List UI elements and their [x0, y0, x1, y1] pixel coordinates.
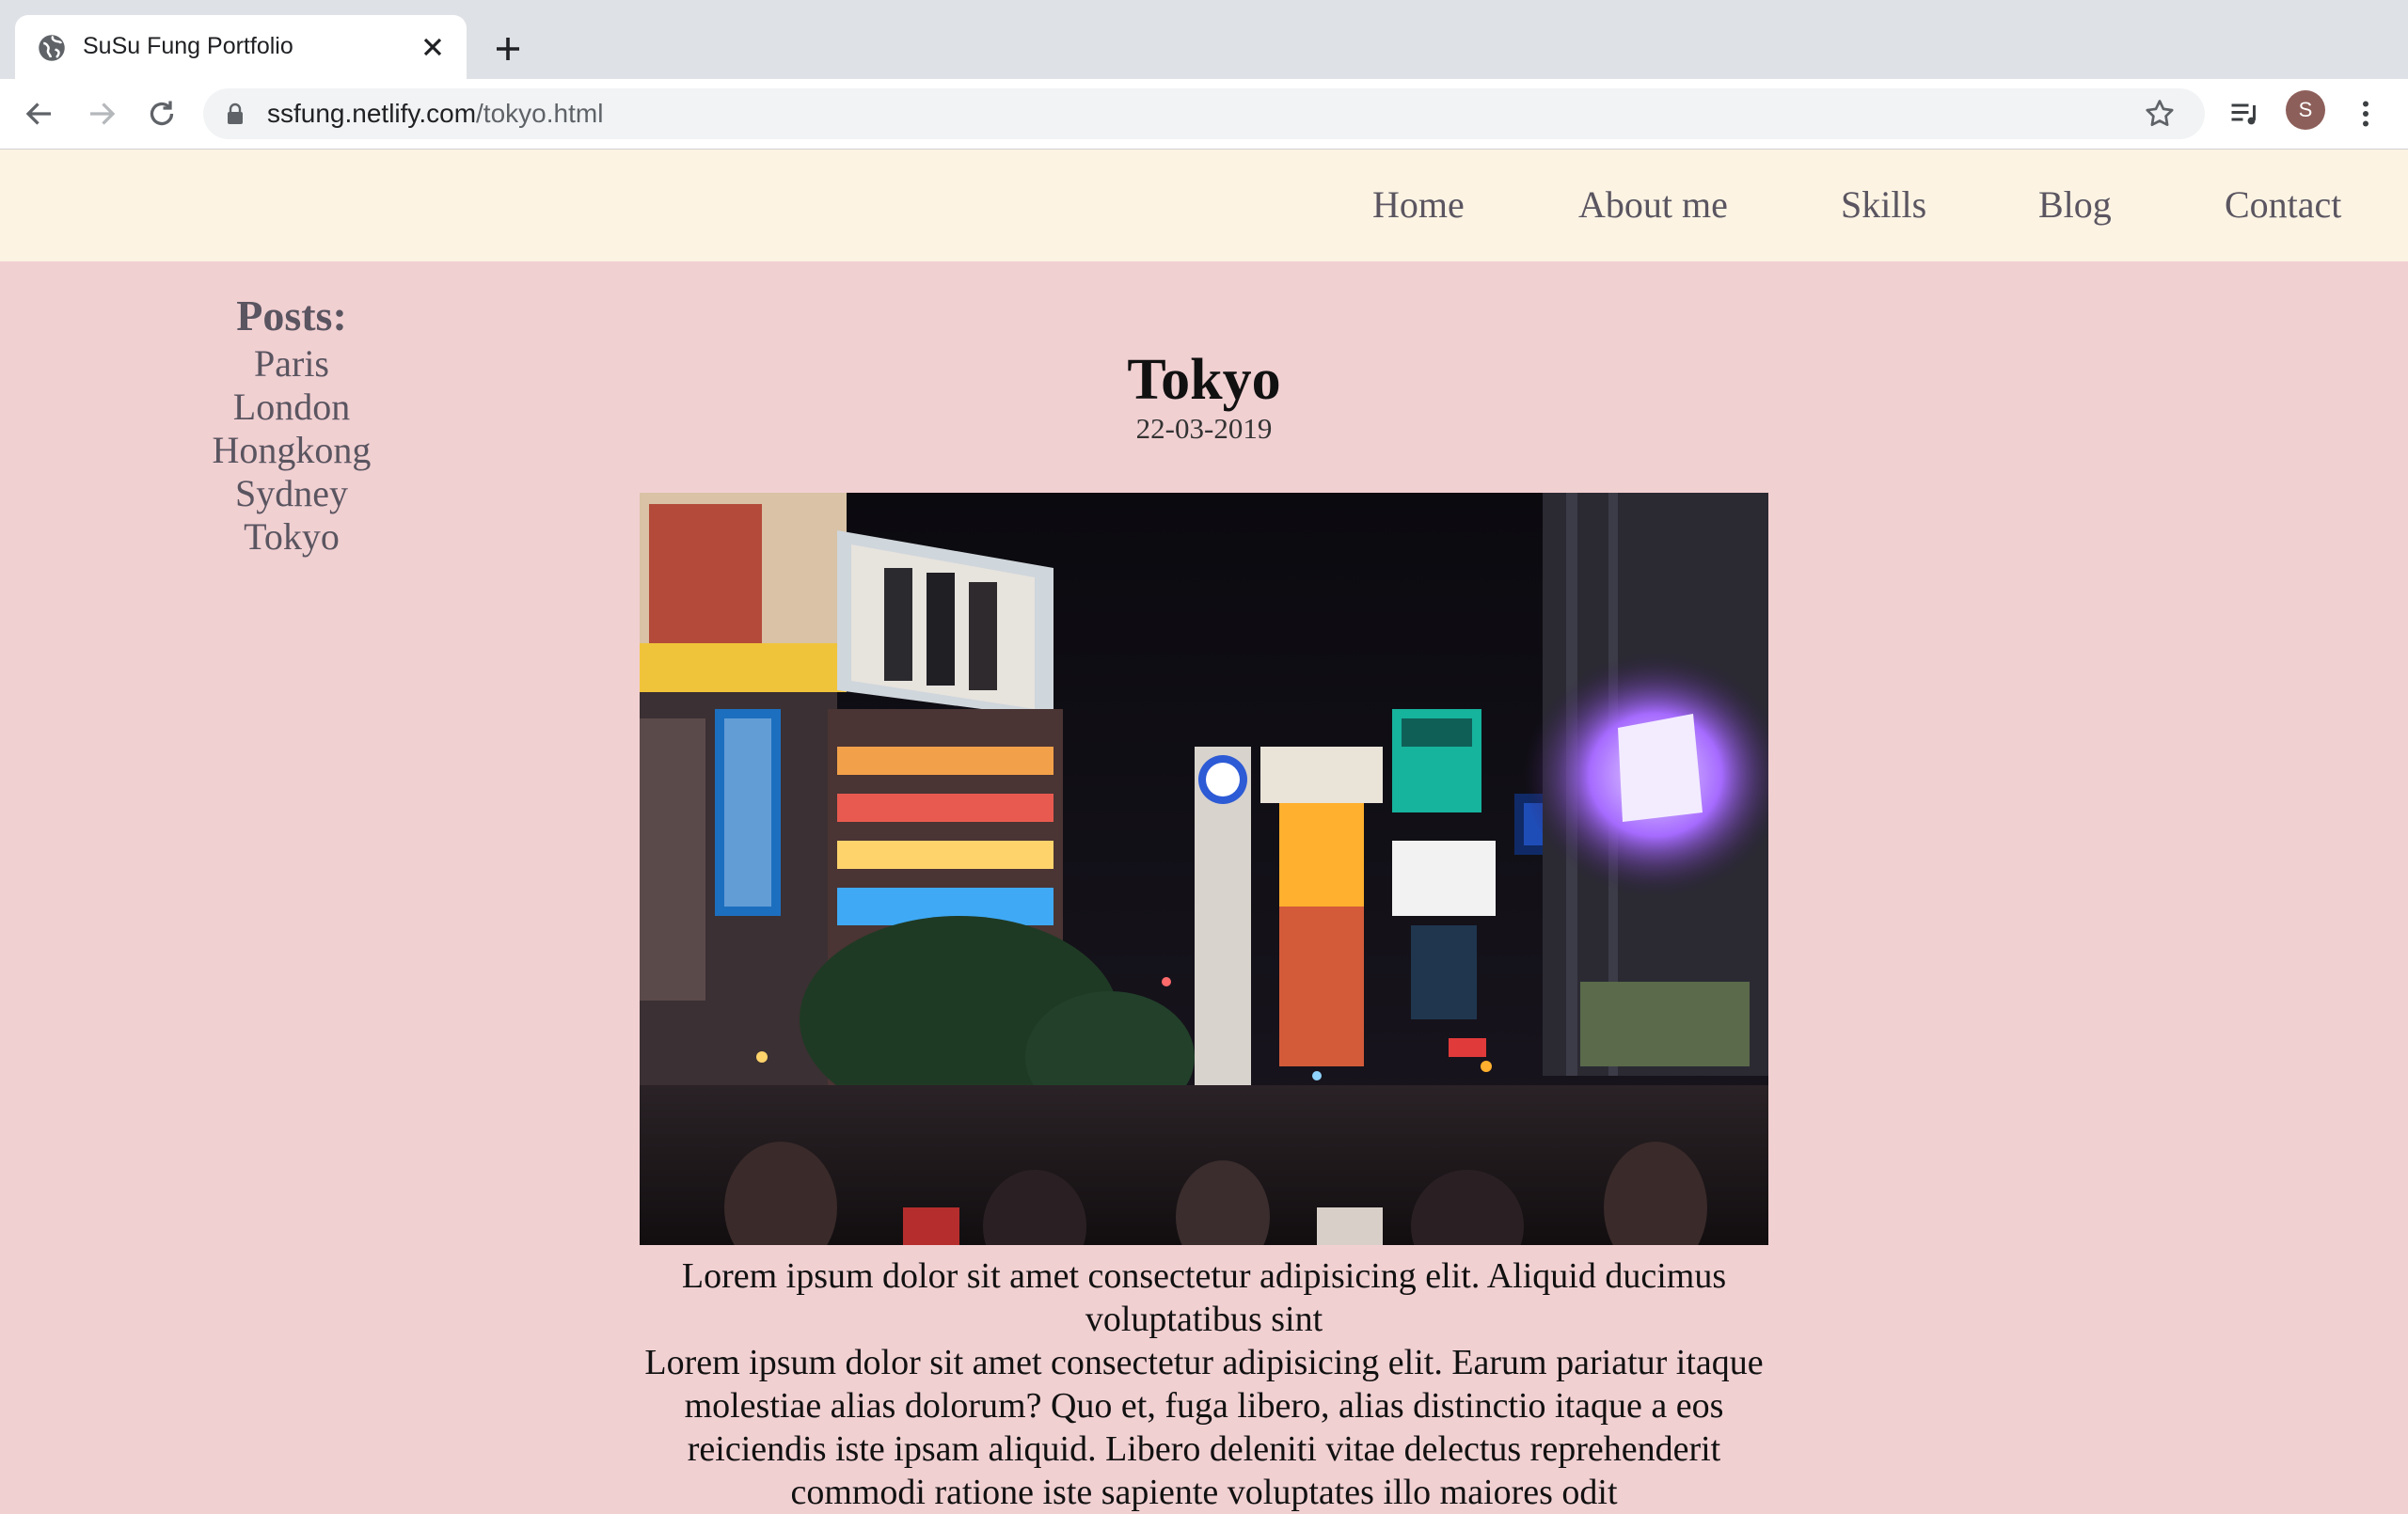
post-title: Tokyo: [1127, 348, 1281, 412]
nav-link-contact[interactable]: Contact: [2225, 182, 2341, 228]
browser-toolbar: ssfung.netlify.com/tokyo.html: [0, 79, 2408, 150]
media-queue-icon[interactable]: [2227, 97, 2261, 131]
lock-icon: [228, 103, 243, 124]
nav-link-blog[interactable]: Blog: [2038, 182, 2112, 228]
post-link-paris[interactable]: Paris: [179, 342, 404, 386]
reload-icon[interactable]: [145, 97, 179, 131]
post-body: Lorem ipsum dolor sit amet consectetur a…: [640, 1254, 1768, 1514]
sidebar-heading: Posts:: [236, 292, 347, 339]
post-photo-tokyo-street: [640, 493, 1768, 1245]
nav-link-home[interactable]: Home: [1372, 182, 1465, 228]
site-navbar: Home About me Skills Blog Contact: [0, 150, 2408, 261]
star-icon[interactable]: [2143, 97, 2177, 131]
post-link-london[interactable]: London: [179, 386, 404, 429]
back-arrow-icon[interactable]: [23, 97, 56, 131]
plus-icon[interactable]: [491, 32, 525, 66]
post-link-sydney[interactable]: Sydney: [179, 472, 404, 515]
url-text[interactable]: ssfung.netlify.com/tokyo.html: [267, 98, 603, 130]
post-link-hongkong[interactable]: Hongkong: [179, 429, 404, 472]
globe-icon: [39, 35, 65, 61]
posts-sidebar: Posts: Paris London Hongkong Sydney Toky…: [179, 290, 404, 559]
url-domain: ssfung.netlify.com: [267, 99, 477, 128]
post-link-tokyo[interactable]: Tokyo: [179, 515, 404, 559]
close-icon[interactable]: [418, 32, 448, 62]
nav-link-about-me[interactable]: About me: [1578, 182, 1728, 228]
post-paragraph: Lorem ipsum dolor sit amet consectetur a…: [644, 1343, 1764, 1512]
address-bar[interactable]: ssfung.netlify.com/tokyo.html: [203, 88, 2205, 139]
browser-tab-strip: SuSu Fung Portfolio: [0, 0, 2408, 79]
tab-title: SuSu Fung Portfolio: [83, 33, 293, 59]
more-vert-icon[interactable]: [2349, 97, 2383, 131]
post-paragraph: Lorem ipsum dolor sit amet consectetur a…: [681, 1256, 1727, 1339]
url-path: /tokyo.html: [476, 99, 604, 128]
profile-avatar[interactable]: S: [2286, 90, 2325, 130]
forward-arrow-icon[interactable]: [85, 97, 119, 131]
post-date: 22-03-2019: [1135, 412, 1273, 445]
browser-tab-active[interactable]: SuSu Fung Portfolio: [15, 15, 467, 79]
nav-link-skills[interactable]: Skills: [1841, 182, 1926, 228]
